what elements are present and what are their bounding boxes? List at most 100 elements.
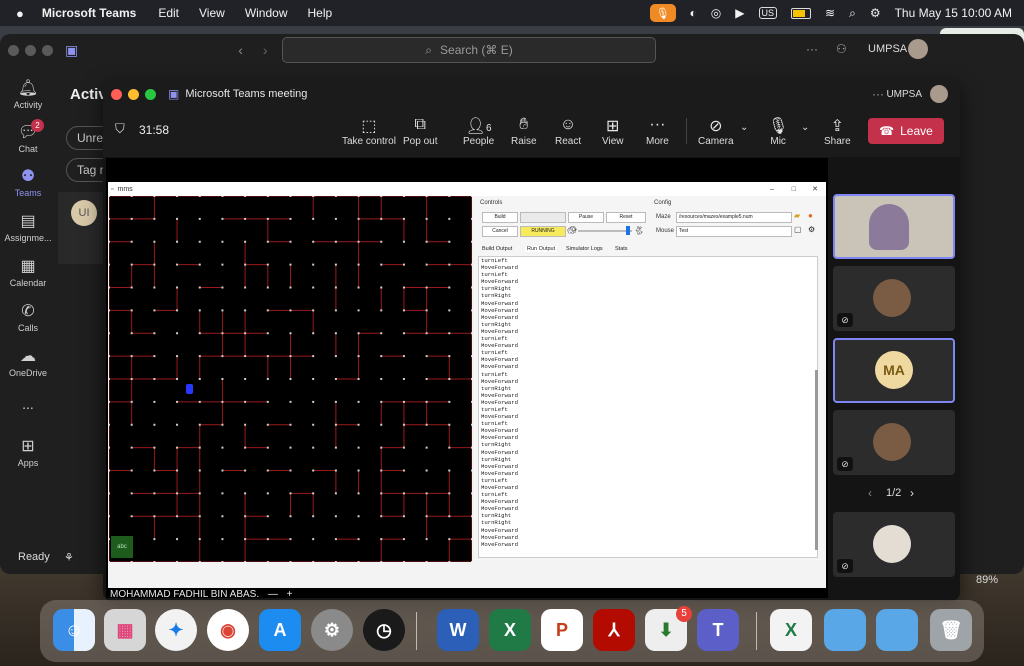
leave-button[interactable]: ☎ Leave (868, 118, 944, 144)
menu-app-name[interactable]: Microsoft Teams (42, 6, 136, 20)
excel-icon[interactable]: X (489, 609, 531, 651)
menu-window[interactable]: Window (245, 6, 288, 20)
mic-button[interactable]: 🎙︎ Mic (768, 116, 788, 147)
people-settings-icon[interactable]: ⚇ (836, 42, 847, 56)
edit-file-icon[interactable]: ▢ (794, 225, 802, 234)
share-button[interactable]: ⇪ Share (824, 116, 851, 147)
forward-arrow-icon[interactable]: › (263, 42, 268, 58)
teams-search-input[interactable]: ⌕ Search (⌘ E) (282, 37, 656, 63)
prev-page-icon[interactable]: ‹ (868, 486, 872, 500)
rail-item-teams[interactable]: ⚉ Teams (0, 166, 56, 198)
control-icon[interactable]: ◐ (690, 6, 697, 20)
speed-slider[interactable] (578, 230, 632, 232)
maximize-icon[interactable]: □ (792, 186, 796, 193)
system-settings-icon[interactable]: ⚙ (311, 609, 353, 651)
gear-icon[interactable]: ⚙ (808, 225, 815, 234)
keyboard-input[interactable]: US (758, 7, 778, 19)
participant-tile-4[interactable]: ⊘ (833, 410, 955, 475)
more-button[interactable]: ··· More (646, 116, 669, 147)
rail-item-onedrive[interactable]: ☁ OneDrive (0, 346, 56, 378)
teams-dock-icon[interactable]: T (697, 609, 739, 651)
plus-icon[interactable]: + (287, 589, 293, 600)
launchpad-icon[interactable]: ▦ (104, 609, 146, 651)
folder-icon[interactable] (876, 609, 918, 651)
profile-avatar[interactable] (930, 85, 948, 103)
tab-build-output[interactable]: Build Output (482, 246, 512, 252)
rail-item-more[interactable]: ... (0, 396, 56, 412)
color-icon[interactable]: ● (808, 211, 813, 220)
finder-icon[interactable]: ☺ (53, 609, 95, 651)
close-window-button[interactable] (8, 44, 19, 56)
participant-tile-1[interactable] (833, 194, 955, 259)
clock-icon[interactable]: ◷ (363, 609, 405, 651)
rail-item-calendar[interactable]: ▦ Calendar (0, 256, 56, 288)
run-output-log[interactable]: turnLeft MoveForward turnLeft MoveForward tu… (478, 256, 818, 558)
participant-tile-2[interactable]: ⊘ (833, 266, 955, 331)
view-button[interactable]: ⊞ View (602, 116, 624, 147)
log-scrollbar[interactable] (815, 370, 818, 550)
minus-icon[interactable]: — (268, 589, 278, 600)
accessibility-icon[interactable]: ⚘ (64, 551, 74, 564)
build-button[interactable]: Build (482, 212, 518, 223)
maze-view[interactable]: abc (108, 195, 473, 563)
play-icon[interactable]: ▶ (735, 6, 744, 20)
org-name[interactable]: UMPSA (868, 43, 907, 55)
more-options-icon[interactable]: ··· (872, 87, 884, 101)
menu-help[interactable]: Help (308, 6, 333, 20)
rail-item-apps[interactable]: ⊞ Apps (0, 436, 56, 468)
app-store-icon[interactable]: A (259, 609, 301, 651)
close-window-button[interactable] (111, 88, 122, 100)
trash-icon[interactable]: 🗑︎ (930, 609, 972, 651)
rail-item-activity[interactable]: 🔔︎ Activity (0, 78, 56, 110)
zoom-window-button[interactable] (145, 88, 156, 100)
minimize-window-button[interactable] (128, 88, 139, 100)
next-page-icon[interactable]: › (910, 486, 914, 500)
more-options-icon[interactable]: ··· (806, 42, 818, 56)
take-control-button[interactable]: ⬚ Take control (342, 116, 396, 147)
rail-item-calls[interactable]: ✆ Calls (0, 301, 56, 333)
maze-select[interactable]: /resources/mazes/example5.num (676, 212, 792, 223)
people-button[interactable]: 👤︎6 People (463, 116, 494, 147)
camera-options-chevron-icon[interactable]: ⌄ (740, 122, 748, 133)
rail-item-assignments[interactable]: ▤ Assignme... (0, 211, 56, 243)
pause-button[interactable]: Pause (568, 212, 604, 223)
excel-file-icon[interactable]: X (770, 609, 812, 651)
safari-icon[interactable]: ✦ (155, 609, 197, 651)
camera-button[interactable]: ⊘ Camera (698, 116, 734, 147)
back-arrow-icon[interactable]: ‹ (238, 42, 243, 58)
tab-stats[interactable]: Stats (615, 246, 628, 252)
screen-record-icon[interactable]: ◎ (711, 6, 721, 20)
word-icon[interactable]: W (437, 609, 479, 651)
wifi-icon[interactable]: ≋ (825, 6, 835, 20)
mic-in-use-icon[interactable]: 🎙 (649, 4, 676, 22)
folder-icon[interactable]: ▰ (794, 211, 800, 220)
participant-tile-5[interactable]: ⊘ (833, 512, 955, 577)
chrome-icon[interactable]: ◉ (207, 609, 249, 651)
cancel-button[interactable]: Cancel (482, 226, 518, 237)
control-center-icon[interactable]: ⚙ (870, 6, 881, 20)
menu-edit[interactable]: Edit (158, 6, 179, 20)
reset-button[interactable]: Reset (606, 212, 646, 223)
apple-logo-icon[interactable]: ● (16, 6, 24, 21)
raise-hand-button[interactable]: ✋︎ Raise (511, 116, 537, 147)
powerpoint-icon[interactable]: P (541, 609, 583, 651)
menu-datetime[interactable]: Thu May 15 10:00 AM (895, 6, 1012, 20)
acrobat-icon[interactable]: ⅄ (593, 609, 635, 651)
react-button[interactable]: ☺ React (555, 116, 581, 147)
zoom-window-button[interactable] (42, 44, 53, 56)
mouse-select[interactable]: Test (676, 226, 792, 237)
speed-slider-handle[interactable] (626, 226, 630, 235)
folder-icon[interactable] (824, 609, 866, 651)
minimize-icon[interactable]: – (770, 186, 774, 193)
pop-out-button[interactable]: ⧉ Pop out (403, 116, 437, 147)
participant-tile-3[interactable]: MA (833, 338, 955, 403)
battery-icon[interactable] (791, 7, 812, 19)
search-icon[interactable]: ⌕ (849, 6, 856, 21)
close-icon[interactable]: ✕ (812, 185, 818, 193)
tab-simulator-logs[interactable]: Simulator Logs (566, 246, 603, 252)
minimize-window-button[interactable] (25, 44, 36, 56)
tab-run-output[interactable]: Run Output (525, 246, 558, 252)
profile-avatar[interactable] (908, 39, 928, 59)
menu-view[interactable]: View (199, 6, 225, 20)
rail-item-chat[interactable]: 💬︎ 2 Chat (0, 119, 56, 154)
